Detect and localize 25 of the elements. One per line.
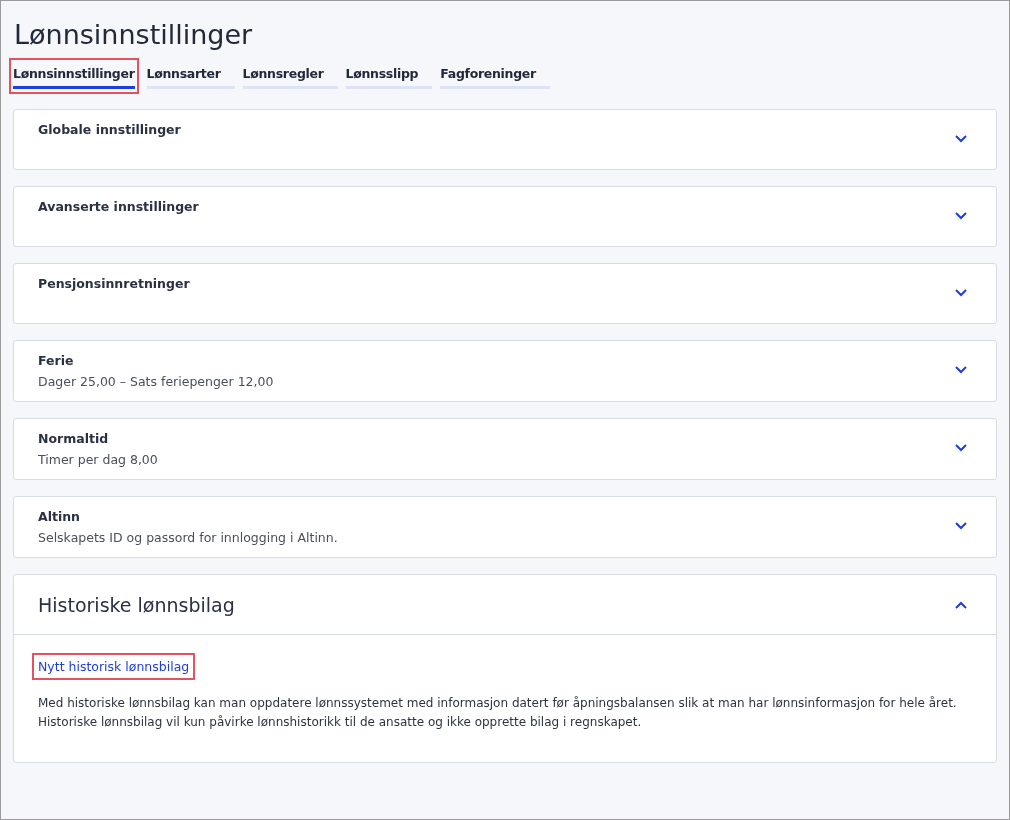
section-title: Globale innstillinger bbox=[38, 122, 182, 137]
page-title: Lønnsinnstillinger bbox=[14, 19, 254, 50]
chevron-down-icon[interactable] bbox=[954, 211, 968, 221]
section-title: Avanserte innstillinger bbox=[38, 199, 200, 214]
section-title: Pensjonsinnretninger bbox=[38, 276, 191, 291]
tab[interactable]: Lønnsslipp bbox=[345, 66, 433, 89]
tab[interactable]: Fagforeninger bbox=[440, 66, 550, 89]
chevron-down-icon[interactable] bbox=[954, 365, 968, 375]
chevron-up-icon[interactable] bbox=[954, 599, 968, 610]
chevron-down-icon[interactable] bbox=[954, 134, 968, 144]
chevron-down-icon[interactable] bbox=[954, 521, 968, 531]
tab[interactable]: Lønnsinnstillinger bbox=[13, 66, 135, 89]
section-description: Med historiske lønnsbilag kan man oppdatere lønnssystemet med informasjon datert før åpningsbalansen slik at man har lønnsinformasjon for hele året. Historiske lønnsbilag vil kun påvirke lønnshistorikk til de ansatte og ikke opprette bilag i regnskapet. bbox=[38, 695, 958, 731]
section-title: Historiske lønnsbilag bbox=[38, 593, 236, 616]
section-title: Altinn bbox=[38, 509, 82, 524]
section-summary: Dager 25,00 – Sats feriepenger 12,00 bbox=[38, 374, 275, 389]
tab[interactable]: Lønnsregler bbox=[242, 66, 338, 89]
section-title: Normaltid bbox=[38, 431, 110, 446]
section-summary: Timer per dag 8,00 bbox=[38, 452, 159, 467]
new-entry-link[interactable]: Nytt historisk lønnsbilag bbox=[34, 655, 194, 678]
section-title: Ferie bbox=[38, 353, 75, 368]
chevron-down-icon[interactable] bbox=[954, 288, 968, 298]
tab[interactable]: Lønnsarter bbox=[146, 66, 235, 89]
chevron-down-icon[interactable] bbox=[954, 443, 968, 453]
section-summary: Selskapets ID og passord for innlogging i Altinn. bbox=[38, 530, 339, 545]
